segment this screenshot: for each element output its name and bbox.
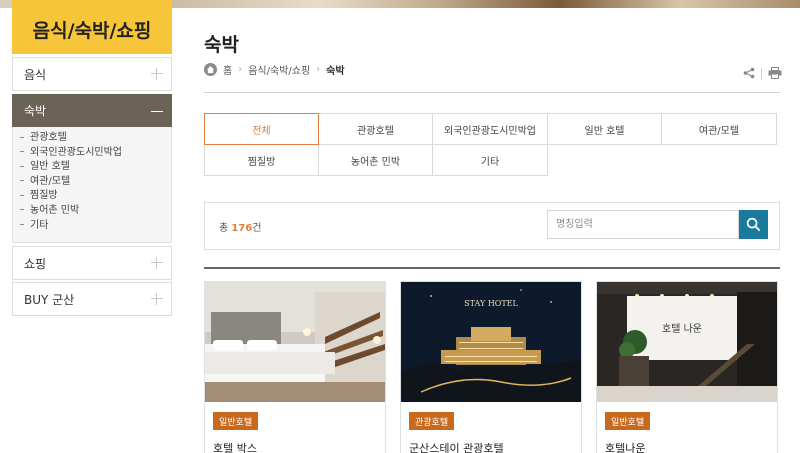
tab-general-hotel[interactable]: 일반 호텔 [547, 113, 662, 145]
chevron-right-icon: › [316, 64, 321, 75]
search-button[interactable] [739, 210, 768, 239]
sidebar: 음식/숙박/쇼핑 음식 숙박 관광호텔 외국인관광도시민박업 일반 호텔 여관/… [12, 0, 172, 316]
dash-icon [20, 224, 24, 226]
print-icon[interactable] [768, 64, 782, 83]
category-badge: 관광호텔 [409, 412, 455, 430]
submenu-item-general-hotel[interactable]: 일반 호텔 [20, 160, 171, 175]
lodging-name: 호텔 박스 [213, 442, 257, 453]
lodging-card[interactable]: 호텔 나운 일반호텔 호텔나운 [596, 281, 778, 453]
plus-icon [151, 68, 163, 80]
category-badge: 일반호텔 [213, 412, 259, 430]
lodging-card[interactable]: 일반호텔 호텔 박스 [204, 281, 386, 453]
submenu-item-tourist-hotel[interactable]: 관광호텔 [20, 131, 171, 146]
title-divider [204, 92, 780, 93]
breadcrumb: 홈 › 음식/숙박/쇼핑 › 숙박 [204, 62, 345, 77]
search-icon [746, 217, 761, 232]
plus-icon [151, 257, 163, 269]
sidebar-submenu: 관광호텔 외국인관광도시민박업 일반 호텔 여관/모텔 찜질방 농어촌 민박 기… [12, 127, 172, 243]
submenu-item-sauna[interactable]: 찜질방 [20, 189, 171, 204]
breadcrumb-category[interactable]: 음식/숙박/쇼핑 [248, 62, 310, 77]
dash-icon [20, 165, 24, 167]
page-title: 숙박 [204, 34, 239, 56]
page-utilities [743, 64, 782, 83]
sidebar-item-label: 음식 [24, 67, 47, 82]
dash-icon [20, 209, 24, 211]
tab-motel[interactable]: 여관/모텔 [661, 113, 777, 145]
sidebar-item-lodging[interactable]: 숙박 [12, 94, 172, 127]
tab-foreigner-homestay[interactable]: 외국인관광도시민박업 [432, 113, 548, 145]
home-icon[interactable] [204, 63, 217, 76]
breadcrumb-home[interactable]: 홈 [223, 62, 232, 77]
lodging-name: 호텔나운 [605, 442, 646, 453]
tab-all[interactable]: 전체 [204, 113, 319, 145]
share-icon[interactable] [743, 64, 755, 83]
tab-farm-stay[interactable]: 농어촌 민박 [318, 144, 433, 176]
submenu-item-etc[interactable]: 기타 [20, 219, 171, 234]
submenu-item-farm-stay[interactable]: 농어촌 민박 [20, 204, 171, 219]
hotel-sign: STAY HOTEL [464, 299, 518, 308]
lodging-photo [205, 282, 385, 402]
list-divider [204, 267, 780, 269]
sidebar-item-label: BUY 군산 [24, 292, 75, 307]
tab-sauna[interactable]: 찜질방 [204, 144, 319, 176]
tab-etc[interactable]: 기타 [432, 144, 548, 176]
lodging-photo: STAY HOTEL [401, 282, 581, 402]
search-bar: 총 176건 [204, 202, 780, 250]
sidebar-title: 음식/숙박/쇼핑 [12, 0, 172, 54]
dash-icon [20, 194, 24, 196]
chevron-right-icon: › [238, 64, 243, 75]
hotel-sign: 호텔 나운 [662, 323, 702, 335]
lodging-card[interactable]: STAY HOTEL 관광호텔 군산스테이 관광호텔 [400, 281, 582, 453]
tab-tourist-hotel[interactable]: 관광호텔 [318, 113, 433, 145]
dash-icon [20, 151, 24, 153]
plus-icon [151, 293, 163, 305]
breadcrumb-current: 숙박 [326, 66, 345, 77]
minus-icon [151, 111, 163, 112]
lodging-name: 군산스테이 관광호텔 [409, 442, 504, 453]
sidebar-item-buy-gunsan[interactable]: BUY 군산 [12, 282, 172, 316]
category-badge: 일반호텔 [605, 412, 651, 430]
dash-icon [20, 180, 24, 182]
total-count: 총 176건 [219, 223, 262, 234]
dash-icon [20, 136, 24, 138]
search-input[interactable] [547, 210, 739, 239]
sidebar-item-label: 쇼핑 [24, 256, 47, 271]
divider [761, 67, 762, 80]
lodging-photo: 호텔 나운 [597, 282, 777, 402]
sidebar-item-shopping[interactable]: 쇼핑 [12, 246, 172, 280]
sidebar-item-food[interactable]: 음식 [12, 57, 172, 91]
submenu-item-foreigner-homestay[interactable]: 외국인관광도시민박업 [20, 146, 171, 161]
sidebar-item-label: 숙박 [24, 104, 47, 118]
submenu-item-motel[interactable]: 여관/모텔 [20, 175, 171, 190]
